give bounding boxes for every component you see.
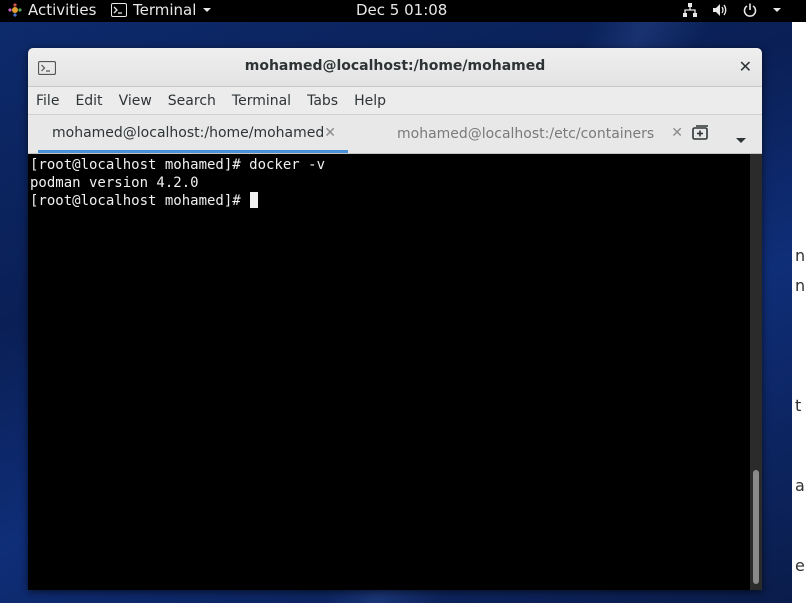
- clock[interactable]: Dec 5 01:08: [356, 1, 447, 19]
- activities-label: Activities: [28, 1, 97, 19]
- background-text: n: [795, 276, 806, 295]
- menu-search[interactable]: Search: [160, 93, 224, 109]
- close-tab-icon[interactable]: ✕: [324, 125, 336, 141]
- terminal-line: [root@localhost mohamed]# docker -v: [30, 157, 326, 173]
- scrollbar[interactable]: [750, 154, 762, 590]
- power-icon: [742, 2, 758, 18]
- terminal-app-icon: [111, 3, 127, 17]
- tab-etc-containers[interactable]: mohamed@localhost:/etc/containers ✕: [383, 115, 683, 153]
- activities-button[interactable]: Activities: [8, 1, 96, 19]
- app-menu-label: Terminal: [133, 1, 197, 19]
- tab-label: mohamed@localhost:/etc/containers: [397, 126, 655, 142]
- window-titlebar[interactable]: mohamed@localhost:/home/mohamed ✕: [28, 48, 762, 87]
- menu-tabs[interactable]: Tabs: [299, 93, 346, 109]
- chevron-down-icon: [772, 6, 782, 14]
- tab-label: mohamed@localhost:/home/mohamed: [52, 124, 325, 141]
- menu-view[interactable]: View: [111, 93, 160, 109]
- menu-bar: File Edit View Search Terminal Tabs Help: [28, 87, 762, 115]
- menu-terminal[interactable]: Terminal: [224, 93, 299, 109]
- volume-icon: [712, 2, 728, 18]
- chevron-down-icon: [202, 6, 212, 14]
- close-tab-icon[interactable]: ✕: [671, 125, 683, 141]
- background-text: t: [795, 396, 802, 415]
- scrollbar-thumb[interactable]: [753, 470, 759, 584]
- background-page: [792, 22, 806, 603]
- background-text: e: [795, 556, 805, 575]
- terminal-output[interactable]: [root@localhost mohamed]# docker -v podm…: [28, 154, 750, 590]
- terminal-line: podman version 4.2.0: [30, 175, 199, 191]
- new-tab-icon[interactable]: [692, 125, 710, 145]
- tab-home-mohamed[interactable]: mohamed@localhost:/home/mohamed ✕: [38, 115, 348, 153]
- menu-help[interactable]: Help: [346, 93, 394, 109]
- background-text: no: [795, 246, 806, 265]
- tab-bar: mohamed@localhost:/home/mohamed ✕ mohame…: [28, 115, 762, 154]
- terminal-prompt-line: [root@localhost mohamed]#: [30, 192, 750, 210]
- app-menu[interactable]: Terminal: [111, 1, 212, 19]
- top-bar: Activities Terminal Dec 5 01:08: [0, 0, 806, 22]
- terminal-window: mohamed@localhost:/home/mohamed ✕ File E…: [28, 48, 762, 590]
- menu-edit[interactable]: Edit: [67, 93, 110, 109]
- background-window: no n t a e: [762, 22, 806, 603]
- terminal-prompt: [root@localhost mohamed]#: [30, 193, 250, 209]
- window-title: mohamed@localhost:/home/mohamed: [244, 58, 546, 74]
- background-text: a: [795, 476, 805, 495]
- status-menu[interactable]: [682, 2, 782, 18]
- close-icon[interactable]: ✕: [739, 57, 752, 76]
- activities-icon: [8, 3, 22, 17]
- terminal-cursor: [250, 192, 259, 208]
- network-icon: [682, 2, 698, 18]
- tabs-dropdown-icon[interactable]: [735, 130, 747, 149]
- menu-file[interactable]: File: [28, 93, 67, 109]
